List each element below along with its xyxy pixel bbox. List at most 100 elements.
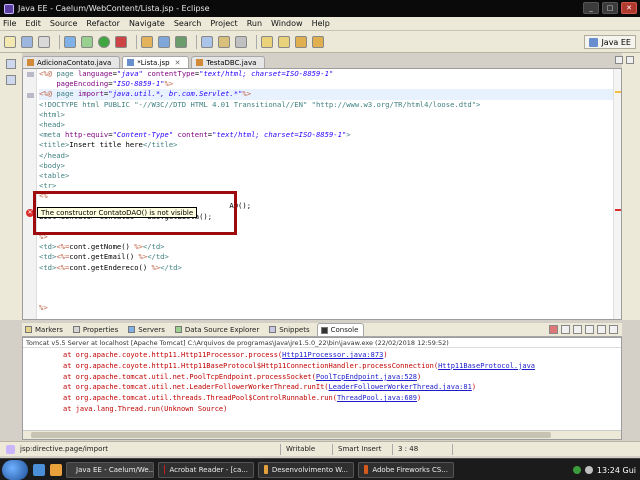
debug-icon[interactable] — [81, 35, 93, 48]
menu-edit[interactable]: Edit — [25, 19, 41, 28]
menu-help[interactable]: Help — [312, 19, 330, 28]
pin-console-icon[interactable] — [585, 325, 594, 334]
minimize-button[interactable]: _ — [583, 2, 599, 14]
display-console-icon[interactable] — [597, 325, 606, 334]
close-button[interactable]: ✕ — [621, 2, 637, 14]
menu-search[interactable]: Search — [174, 19, 201, 28]
task-acrobat[interactable]: Acrobat Reader - [ca... — [158, 461, 254, 478]
new-class-icon[interactable] — [175, 35, 187, 48]
tab-testa-dbc[interactable]: TestaDBC.java — [191, 56, 266, 68]
code-line[interactable]: <head> — [39, 120, 619, 130]
server-icon[interactable] — [64, 35, 76, 48]
menu-file[interactable]: File — [3, 19, 16, 28]
close-tab-icon[interactable]: ✕ — [175, 59, 181, 67]
back-icon[interactable] — [295, 35, 307, 48]
code-line[interactable] — [39, 283, 619, 293]
console-line: at org.apache.coyote.http11.Http11BasePr… — [23, 361, 621, 372]
source-link[interactable]: PoolTcpEndpoint.java:528 — [316, 373, 417, 381]
print-icon[interactable] — [38, 35, 50, 48]
start-button[interactable] — [2, 459, 28, 480]
source-link[interactable]: ThreadPool.java:689 — [337, 394, 417, 402]
code-line[interactable]: pageEncoding="ISO-8859-1"%> — [39, 79, 619, 89]
error-marker[interactable] — [615, 209, 621, 211]
task-desenvolvimento[interactable]: Desenvolvimento W... — [258, 461, 354, 478]
tab-markers[interactable]: Markers — [22, 323, 68, 336]
menu-source[interactable]: Source — [50, 19, 77, 28]
source-link[interactable]: LeaderFollowerWorkerThread.java:81 — [329, 383, 472, 391]
restore-view-icon[interactable] — [6, 59, 16, 69]
save-icon[interactable] — [21, 35, 33, 48]
tab-data-source-explorer[interactable]: Data Source Explorer — [172, 323, 264, 336]
fold-marker[interactable] — [27, 72, 34, 77]
menu-window[interactable]: Window — [271, 19, 303, 28]
open-type-icon[interactable] — [201, 35, 213, 48]
menu-navigate[interactable]: Navigate — [129, 19, 165, 28]
tab-console[interactable]: Console — [316, 323, 365, 336]
maximize-view-icon[interactable] — [626, 56, 634, 64]
network-icon[interactable] — [572, 466, 581, 474]
code-line[interactable]: %> — [39, 303, 619, 313]
code-token: %> — [138, 252, 148, 262]
menu-project[interactable]: Project — [210, 19, 237, 28]
code-line[interactable]: </head> — [39, 151, 619, 161]
code-line[interactable]: <%@ page language="java" contentType="te… — [39, 69, 619, 79]
console-text: at org.apache.coyote.http11.Http11Proces… — [63, 351, 283, 359]
console-output[interactable]: at org.apache.coyote.http11.Http11Proces… — [23, 348, 621, 415]
scrollbar-thumb[interactable] — [31, 432, 551, 438]
code-line[interactable]: <tr> — [39, 181, 619, 191]
task-fireworks[interactable]: Adobe Fireworks CS... — [358, 461, 454, 478]
external-tools-icon[interactable] — [115, 35, 127, 48]
volume-icon[interactable] — [584, 466, 593, 474]
code-line[interactable]: <title>Insert title here</title> — [39, 140, 619, 150]
code-line[interactable]: <td><%=cont.getEmail() %></td> — [39, 252, 619, 262]
code-line[interactable]: <!DOCTYPE html PUBLIC "-//W3C//DTD HTML … — [39, 100, 619, 110]
minimize-view-icon[interactable] — [609, 325, 618, 334]
menu-refactor[interactable]: Refactor — [86, 19, 120, 28]
next-annotation-icon[interactable] — [261, 35, 273, 48]
source-link[interactable]: Http11Processor.java:873 — [282, 351, 383, 359]
console-text-end: ) — [471, 383, 477, 392]
menu-run[interactable]: Run — [247, 19, 262, 28]
new-package-icon[interactable] — [158, 35, 170, 48]
quick-launch-icon[interactable] — [50, 463, 62, 476]
toggle-mark-icon[interactable] — [235, 35, 247, 48]
tab-properties[interactable]: Properties — [70, 323, 123, 336]
minimize-view-icon[interactable] — [615, 56, 623, 64]
terminate-icon[interactable] — [549, 325, 558, 334]
run-icon[interactable] — [98, 35, 110, 48]
code-line[interactable]: <td><%=cont.getEndereco() %></td> — [39, 263, 619, 273]
console-view[interactable]: Tomcat v5.5 Server at localhost [Apache … — [22, 337, 622, 440]
show-desktop-icon[interactable] — [33, 463, 45, 476]
tab-adiciona-contato[interactable]: AdicionaContato.java — [22, 56, 121, 68]
horizontal-scrollbar[interactable] — [23, 430, 621, 439]
scroll-lock-icon[interactable] — [573, 325, 582, 334]
maximize-button[interactable]: □ — [602, 2, 618, 14]
source-link[interactable]: Http11BaseProtocol.java — [438, 362, 535, 370]
fold-marker[interactable] — [27, 93, 34, 98]
tab-servers[interactable]: Servers — [125, 323, 170, 336]
code-line[interactable] — [39, 273, 619, 283]
task-eclipse[interactable]: Java EE - Caelum/We... — [66, 461, 154, 478]
console-text: at org.apache.coyote.http11.Http11BasePr… — [63, 361, 439, 370]
warning-marker[interactable] — [615, 91, 621, 93]
code-line[interactable]: <meta http-equiv="Content-Type" content=… — [39, 130, 619, 140]
project-explorer-icon[interactable] — [6, 75, 16, 85]
previous-annotation-icon[interactable] — [278, 35, 290, 48]
console-header: Tomcat v5.5 Server at localhost [Apache … — [23, 338, 621, 348]
code-line[interactable]: <td><%=cont.getNome() %></td> — [39, 242, 619, 252]
code-line[interactable]: <html> — [39, 110, 619, 120]
code-editor[interactable]: ✕ <%@ page language="java" contentType="… — [22, 68, 622, 320]
perspective-switcher[interactable]: Java EE — [584, 35, 636, 49]
forward-icon[interactable] — [312, 35, 324, 48]
code-line[interactable]: <%@ page import="java.util.*, br.com.Ser… — [39, 89, 619, 100]
clear-console-icon[interactable] — [561, 325, 570, 334]
code-line[interactable] — [39, 293, 619, 303]
code-line[interactable]: <body> — [39, 161, 619, 171]
tab-snippets[interactable]: Snippets — [266, 323, 314, 336]
search-icon[interactable] — [218, 35, 230, 48]
code-line[interactable]: <table> — [39, 171, 619, 181]
new-icon[interactable] — [4, 35, 16, 48]
tab-lista-jsp[interactable]: *Lista.jsp ✕ — [122, 56, 190, 68]
new-java-project-icon[interactable] — [141, 35, 153, 48]
